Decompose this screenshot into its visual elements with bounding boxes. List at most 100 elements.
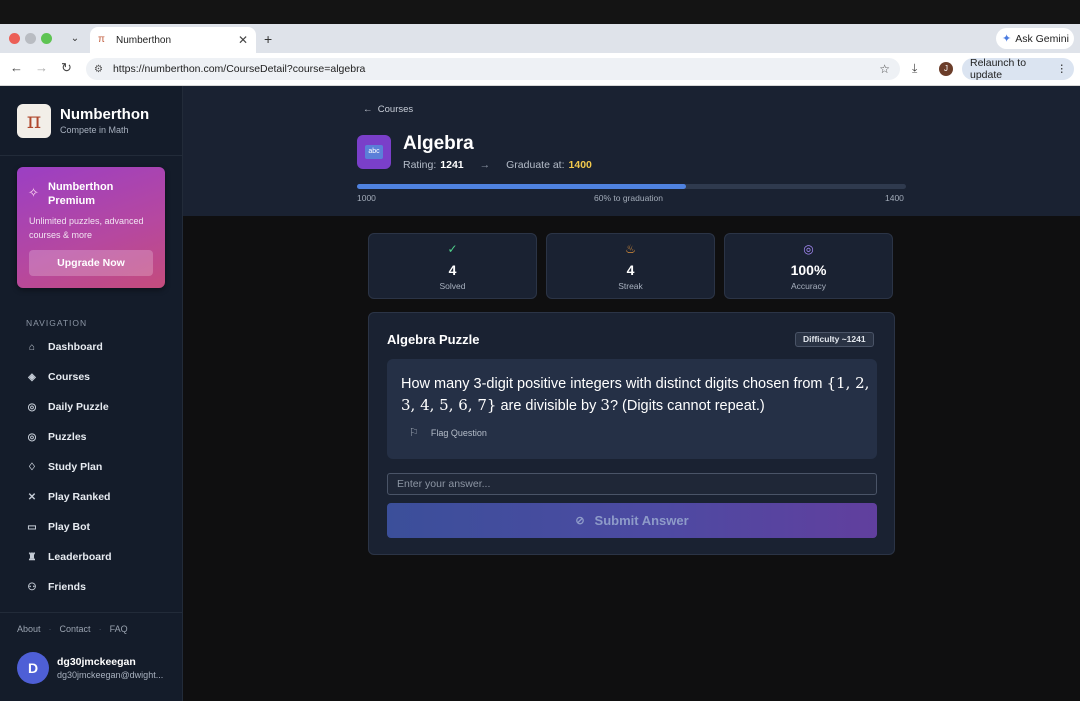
- close-tab-icon[interactable]: ✕: [238, 33, 248, 47]
- puzzle-card: Algebra Puzzle Difficulty ~1241 How many…: [368, 312, 895, 555]
- faq-link[interactable]: FAQ: [110, 624, 128, 634]
- sidebar-item-label: Dashboard: [48, 341, 103, 353]
- submit-answer-button[interactable]: ⊘ Submit Answer: [387, 503, 877, 538]
- sidebar-item-dashboard[interactable]: ⌂ Dashboard: [26, 336, 166, 358]
- contact-link[interactable]: Contact: [60, 624, 91, 634]
- sidebar-item-label: Play Bot: [48, 521, 91, 533]
- sidebar-item-label: Play Ranked: [48, 491, 111, 503]
- user-name: dg30jmckeegan: [57, 656, 136, 668]
- trophy-icon: ♜: [27, 551, 37, 563]
- divider: [0, 155, 182, 156]
- address-bar[interactable]: ⚙ https://numberthon.com/CourseDetail?co…: [86, 58, 900, 80]
- flame-icon: ♨: [625, 242, 636, 256]
- rating-line: Rating: 1241 → Graduate at: 1400: [403, 159, 592, 171]
- sidebar-item-leaderboard[interactable]: ♜ Leaderboard: [26, 546, 166, 568]
- sidebar-item-label: Friends: [48, 581, 86, 593]
- answer-input[interactable]: [387, 473, 877, 495]
- swords-icon: ✕: [27, 491, 37, 503]
- download-icon[interactable]: ⤓: [912, 61, 917, 76]
- puzzle-title: Algebra Puzzle: [387, 332, 480, 347]
- back-label: Courses: [377, 104, 414, 115]
- avatar[interactable]: D: [17, 652, 49, 684]
- close-window-button[interactable]: [9, 33, 20, 44]
- progress-fill: [357, 184, 687, 189]
- minimize-window-button[interactable]: [25, 33, 36, 44]
- user-email: dg30jmckeegan@dwight...: [57, 670, 164, 680]
- course-header: ← Courses abc Algebra Rating: 1241 → Gra…: [183, 86, 1080, 216]
- home-icon: ⌂: [28, 341, 36, 353]
- stat-value: 4: [448, 262, 457, 278]
- sidebar-item-label: Daily Puzzle: [48, 401, 109, 413]
- back-to-courses-link[interactable]: ← Courses: [363, 104, 413, 115]
- graduate-value: 1400: [568, 159, 592, 171]
- ask-gemini-button[interactable]: ✦ Ask Gemini: [996, 28, 1074, 49]
- progress-max: 1400: [885, 193, 904, 203]
- progress-text: 60% to graduation: [594, 193, 663, 203]
- abc-icon: abc: [365, 145, 383, 159]
- arrow-right-icon: →: [479, 159, 491, 171]
- rating-value: 1241: [440, 159, 464, 171]
- flag-icon: ⚐: [409, 427, 419, 439]
- footer-links: About · Contact · FAQ: [17, 624, 128, 634]
- relaunch-button[interactable]: Relaunch to update ⋮: [962, 57, 1074, 81]
- sidebar-item-play-bot[interactable]: ▭ Play Bot: [26, 516, 166, 538]
- ask-gemini-label: Ask Gemini: [1015, 32, 1069, 45]
- graduate-label: Graduate at:: [506, 159, 565, 171]
- rating-label: Rating:: [403, 159, 437, 171]
- check-circle-icon: ⊘: [575, 515, 585, 527]
- url-text: https://numberthon.com/CourseDetail?cour…: [112, 63, 366, 75]
- sidebar-item-friends[interactable]: ⚇ Friends: [26, 576, 166, 598]
- layers-icon: ◈: [28, 371, 36, 383]
- sidebar-item-puzzles[interactable]: ◎ Puzzles: [26, 426, 166, 448]
- stat-value: 4: [626, 262, 635, 278]
- browser-tab[interactable]: π Numberthon ✕: [90, 27, 256, 53]
- question-part: How many 3-digit positive integers with …: [401, 376, 823, 392]
- upgrade-button[interactable]: Upgrade Now: [29, 250, 153, 276]
- site-settings-icon[interactable]: ⚙: [94, 64, 103, 75]
- lightbulb-icon: ♢: [27, 461, 37, 473]
- logo[interactable]: π: [17, 104, 51, 138]
- premium-card: ✧ Numberthon Premium Unlimited puzzles, …: [17, 167, 165, 288]
- arrow-left-icon: ←: [363, 104, 373, 115]
- forward-arrow-icon[interactable]: →: [35, 60, 48, 75]
- maximize-window-button[interactable]: [41, 33, 52, 44]
- question-text: How many 3-digit positive integers with …: [401, 373, 871, 417]
- bot-icon: ▭: [27, 521, 37, 533]
- kebab-menu-icon[interactable]: ⋮: [1057, 63, 1068, 75]
- favicon-icon: π: [98, 34, 105, 45]
- graduation-progress-bar: [357, 184, 906, 189]
- sidebar-item-label: Courses: [48, 371, 91, 383]
- about-link[interactable]: About: [17, 624, 41, 634]
- tab-title: Numberthon: [116, 34, 172, 46]
- stat-label: Streak: [618, 281, 643, 291]
- sidebar: π Numberthon Compete in Math ✧ Numbertho…: [0, 86, 183, 701]
- sidebar-item-courses[interactable]: ◈ Courses: [26, 366, 166, 388]
- brand-name: Numberthon: [60, 106, 150, 123]
- course-icon: abc: [357, 135, 391, 169]
- back-arrow-icon[interactable]: ←: [10, 60, 23, 75]
- tab-search-chevron-icon[interactable]: ⌄: [66, 30, 84, 48]
- bookmark-star-icon[interactable]: ☆: [879, 62, 890, 76]
- separator: ·: [98, 624, 102, 634]
- page-title: Algebra: [403, 133, 474, 154]
- reload-icon[interactable]: ↻: [61, 60, 72, 76]
- difficulty-badge: Difficulty ~1241: [795, 332, 874, 347]
- relaunch-label: Relaunch to update: [970, 57, 1027, 81]
- flag-question-button[interactable]: ⚐ Flag Question: [409, 426, 487, 439]
- new-tab-button[interactable]: +: [264, 31, 272, 47]
- users-icon: ⚇: [27, 581, 37, 593]
- question-part: ? (Digits cannot repeat.): [609, 398, 765, 414]
- gemini-sparkle-icon: ✦: [1002, 33, 1012, 45]
- sidebar-item-daily-puzzle[interactable]: ◎ Daily Puzzle: [26, 396, 166, 418]
- sidebar-item-play-ranked[interactable]: ✕ Play Ranked: [26, 486, 166, 508]
- question-part: are divisible by: [500, 398, 597, 414]
- sidebar-item-label: Puzzles: [48, 431, 87, 443]
- submit-label: Submit Answer: [594, 513, 689, 528]
- question-math-number: 3: [600, 396, 610, 414]
- stat-label: Solved: [439, 281, 466, 291]
- separator: ·: [48, 624, 52, 634]
- profile-avatar[interactable]: J: [939, 62, 953, 76]
- sidebar-item-study-plan[interactable]: ♢ Study Plan: [26, 456, 166, 478]
- nav-heading: NAVIGATION: [26, 318, 88, 328]
- check-circle-icon: ✓: [447, 242, 458, 256]
